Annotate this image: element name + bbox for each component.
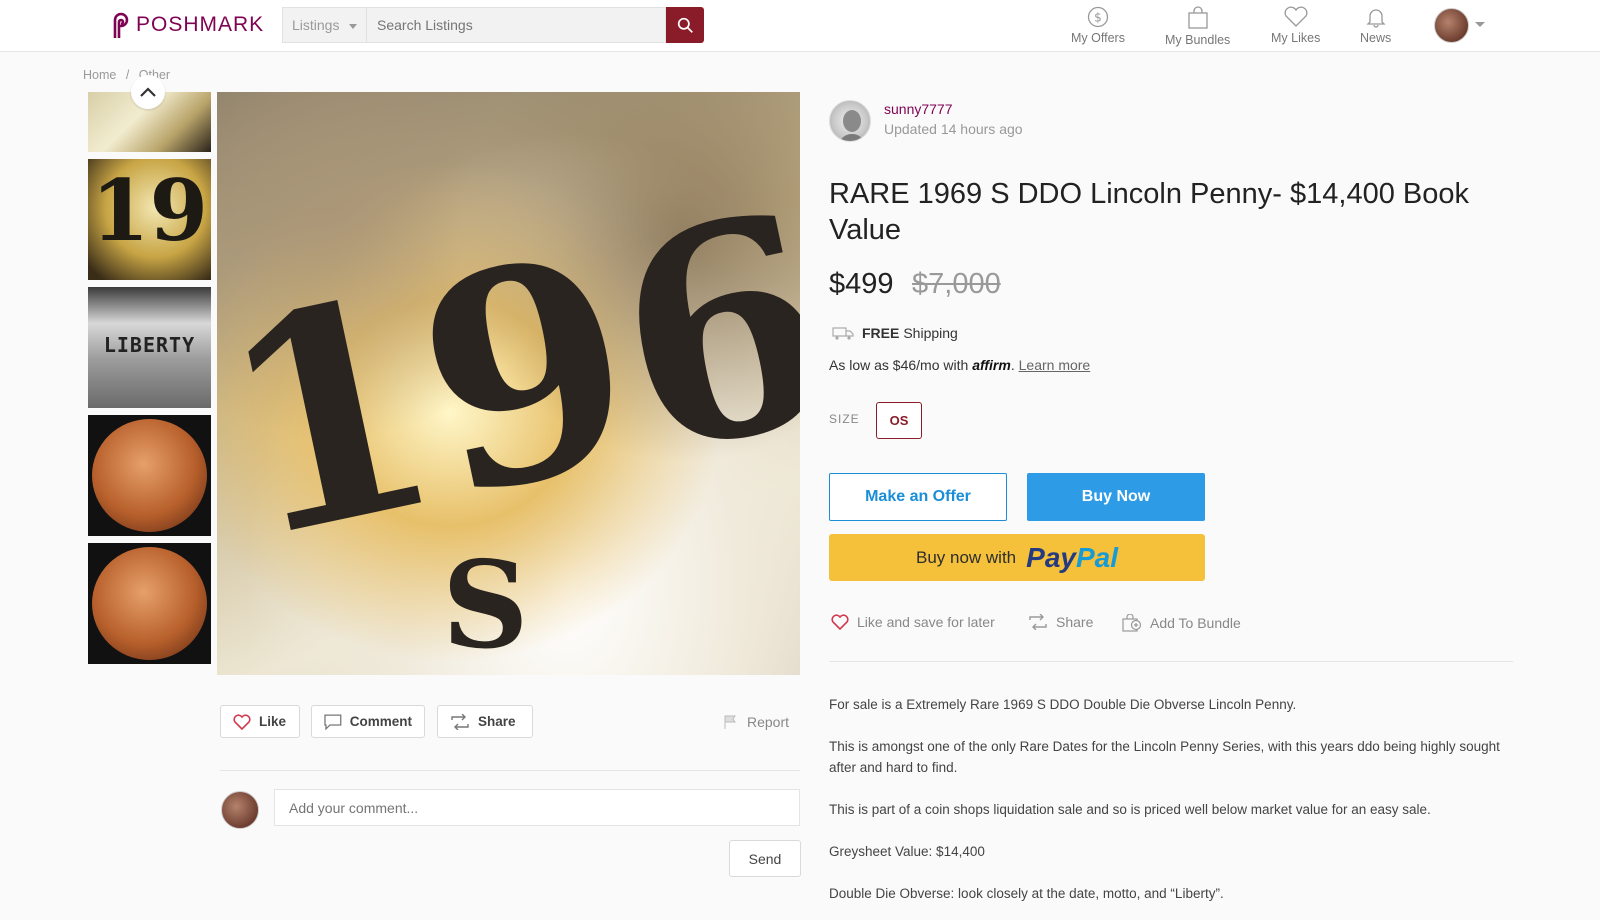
paypal-logo-pay: Pay <box>1026 541 1076 573</box>
coin-date-text: 1969 <box>217 105 800 605</box>
description-paragraph: This is amongst one of the only Rare Dat… <box>829 739 1500 775</box>
search-input[interactable] <box>366 7 666 43</box>
thumbnail-5[interactable] <box>88 543 211 664</box>
learn-more-link[interactable]: Learn more <box>1019 357 1091 373</box>
main-listing-image[interactable]: 1969 S <box>217 92 800 675</box>
bundle-bag-icon <box>1122 614 1142 632</box>
bell-icon <box>1366 9 1386 28</box>
poshmark-logo[interactable]: POSHMARK <box>108 11 264 39</box>
comment-label: Comment <box>349 714 412 729</box>
coin-obverse-image <box>92 419 207 532</box>
listing-description: For sale is a Extremely Rare 1969 S DDO … <box>829 694 1513 920</box>
thumbnail-2[interactable]: 19 <box>88 159 211 280</box>
listing-title: RARE 1969 S DDO Lincoln Penny- $14,400 B… <box>829 178 1469 246</box>
nav-label: My Bundles <box>1165 33 1231 47</box>
search-category-label: Listings <box>292 17 340 33</box>
description-paragraph: Double Die Obverse: look closely at the … <box>829 886 1224 901</box>
buy-now-button[interactable]: Buy Now <box>1027 473 1205 521</box>
listing-price: $499 <box>829 268 894 300</box>
share-action-label: Share <box>1056 614 1094 630</box>
shipping-label: Shipping <box>903 325 958 341</box>
chevron-down-icon <box>349 24 357 29</box>
send-button[interactable]: Send <box>729 840 801 877</box>
share-button[interactable]: Share <box>437 705 533 738</box>
thumbnail-4[interactable] <box>88 415 211 536</box>
dollar-circle-icon: $ <box>1087 6 1109 28</box>
heart-icon <box>831 614 849 630</box>
affirm-text: As low as $46/mo with <box>829 357 969 373</box>
make-offer-button[interactable]: Make an Offer <box>829 473 1007 521</box>
original-price: $7,000 <box>912 268 1001 300</box>
search-icon <box>677 17 693 33</box>
user-avatar[interactable] <box>1434 8 1469 43</box>
description-paragraph: Greysheet Value: $14,400 <box>829 844 985 859</box>
free-shipping-label: FREE <box>862 325 900 341</box>
commenter-avatar <box>221 791 259 829</box>
thumbnail-scroll-up-button[interactable] <box>131 75 165 109</box>
comment-input[interactable] <box>274 789 800 826</box>
flag-icon <box>724 715 736 729</box>
svg-text:$: $ <box>1094 11 1102 25</box>
chevron-up-icon <box>140 87 156 97</box>
shipping-info: FREE Shipping <box>832 325 958 341</box>
shipping-truck-icon <box>832 327 854 340</box>
shopping-bag-icon <box>1188 6 1208 29</box>
coin-date-closeup: 1969 S <box>217 105 800 675</box>
add-to-bundle-action[interactable]: Add To Bundle <box>1122 614 1241 632</box>
breadcrumb-separator: / <box>125 68 130 82</box>
heart-icon <box>233 713 251 730</box>
heart-icon <box>1284 6 1308 27</box>
nav-my-likes[interactable]: My Likes <box>1271 6 1320 45</box>
nav-my-offers[interactable]: $ My Offers <box>1071 6 1125 45</box>
mint-mark-text: S <box>442 535 529 675</box>
share-action[interactable]: Share <box>1028 614 1093 630</box>
like-save-label: Like and save for later <box>857 614 995 630</box>
nav-label: My Likes <box>1271 31 1321 45</box>
logo-text: POSHMARK <box>136 13 265 36</box>
nav-label: News <box>1360 31 1392 45</box>
updated-time: Updated 14 hours ago <box>884 121 1023 137</box>
divider <box>220 770 800 771</box>
nav-label: My Offers <box>1071 31 1125 45</box>
coin-reverse-image <box>92 547 207 660</box>
affirm-logo: affirm <box>972 357 1011 373</box>
seller-username[interactable]: sunny7777 <box>884 101 953 117</box>
chevron-down-icon[interactable] <box>1475 22 1485 27</box>
nav-my-bundles[interactable]: My Bundles <box>1165 6 1230 47</box>
paypal-prefix: Buy now with <box>915 547 1017 567</box>
size-option[interactable]: OS <box>876 402 922 439</box>
seller-avatar[interactable] <box>829 100 871 142</box>
comment-icon <box>324 713 342 730</box>
add-to-bundle-label: Add To Bundle <box>1150 615 1241 631</box>
like-label: Like <box>259 714 287 729</box>
like-save-action[interactable]: Like and save for later <box>831 614 995 630</box>
search-category-dropdown[interactable]: Listings <box>282 7 366 43</box>
share-icon <box>451 713 469 730</box>
share-icon <box>1029 614 1047 630</box>
affirm-financing: As low as $46/mo with affirm. Learn more <box>829 357 1091 373</box>
thumbnail-liberty-text: LIBERTY <box>103 333 196 357</box>
report-link[interactable]: Report <box>723 714 789 730</box>
divider <box>829 661 1513 662</box>
paypal-logo-pal: Pal <box>1075 541 1119 573</box>
share-label: Share <box>478 714 516 729</box>
thumbnail-digits: 19 <box>91 161 208 260</box>
lincoln-profile-icon <box>840 110 864 141</box>
thumbnail-strip: 19 LIBERTY <box>88 92 211 671</box>
size-label: SIZE <box>829 412 860 426</box>
report-label: Report <box>747 714 790 730</box>
like-button[interactable]: Like <box>220 705 300 738</box>
paypal-button[interactable]: Buy now with Pay Pal <box>829 534 1205 581</box>
breadcrumb-home[interactable]: Home <box>83 68 116 82</box>
thumbnail-3[interactable]: LIBERTY <box>88 287 211 408</box>
search-bar: Listings <box>282 7 704 43</box>
top-header: POSHMARK Listings $ My Offers My Bundles <box>0 0 1600 52</box>
breadcrumb: Home / Other <box>83 68 176 82</box>
description-paragraph: For sale is a Extremely Rare 1969 S DDO … <box>829 697 1297 712</box>
poshmark-logo-icon <box>113 12 129 38</box>
search-button[interactable] <box>666 7 704 43</box>
nav-news[interactable]: News <box>1360 6 1391 45</box>
description-paragraph: This is part of a coin shops liquidation… <box>829 802 1431 817</box>
comment-button[interactable]: Comment <box>311 705 425 738</box>
